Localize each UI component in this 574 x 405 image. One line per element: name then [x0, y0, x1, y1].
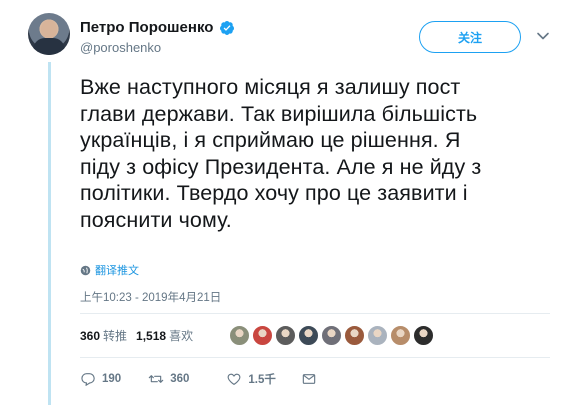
liker-avatar[interactable] [275, 325, 296, 346]
reply-icon [81, 373, 95, 386]
author-handle[interactable]: @poroshenko [80, 40, 161, 55]
retweet-button[interactable]: 360 [148, 371, 189, 387]
liker-avatar[interactable] [344, 325, 365, 346]
like-count: 1.5千 [248, 374, 276, 386]
tweet-text: Вже наступного місяця я залишу пост глав… [80, 75, 482, 232]
tweet-timestamp[interactable]: 上午10:23 - 2019年4月21日 [80, 289, 221, 305]
likes-count[interactable]: 1,518 [136, 329, 166, 343]
translate-tweet-link[interactable]: 翻译推文 [80, 262, 139, 278]
retweet-icon [148, 375, 164, 383]
retweet-count: 360 [170, 373, 190, 385]
envelope-icon [302, 374, 316, 384]
avatar-face [41, 20, 57, 39]
reply-count: 190 [102, 373, 122, 385]
liker-avatar[interactable] [298, 325, 319, 346]
divider [80, 313, 550, 314]
tweet-stats: 360 转推 1,518 喜欢 [80, 327, 202, 344]
liker-avatar[interactable] [367, 325, 388, 346]
like-button[interactable]: 1.5千 [226, 371, 276, 387]
thread-line [48, 62, 51, 405]
liker-avatar[interactable] [252, 325, 273, 346]
author-name-row[interactable]: Петро Порошенко [80, 19, 235, 36]
translate-tweet-label[interactable]: 翻译推文 [95, 262, 139, 278]
retweets-label[interactable]: 转推 [103, 327, 127, 344]
retweets-count[interactable]: 360 [80, 329, 100, 343]
author-display-name[interactable]: Петро Порошенко [80, 19, 213, 36]
tweet-actions: 190 360 1.5千 [80, 371, 317, 387]
follow-button[interactable]: 关注 [419, 21, 521, 53]
likes-label[interactable]: 喜欢 [169, 327, 193, 344]
globe-icon [80, 265, 91, 275]
liker-avatar[interactable] [413, 325, 434, 346]
liker-avatar[interactable] [390, 325, 411, 346]
liker-avatars [229, 325, 434, 346]
liker-avatar[interactable] [229, 325, 250, 346]
reply-button[interactable]: 190 [80, 371, 121, 387]
direct-message-button[interactable] [301, 371, 317, 387]
avatar-suit [33, 38, 65, 55]
avatar[interactable] [28, 13, 70, 55]
heart-icon [227, 373, 241, 385]
chevron-down-icon[interactable] [536, 29, 550, 43]
verified-badge-icon [220, 20, 235, 35]
divider [80, 357, 550, 358]
liker-avatar[interactable] [321, 325, 342, 346]
